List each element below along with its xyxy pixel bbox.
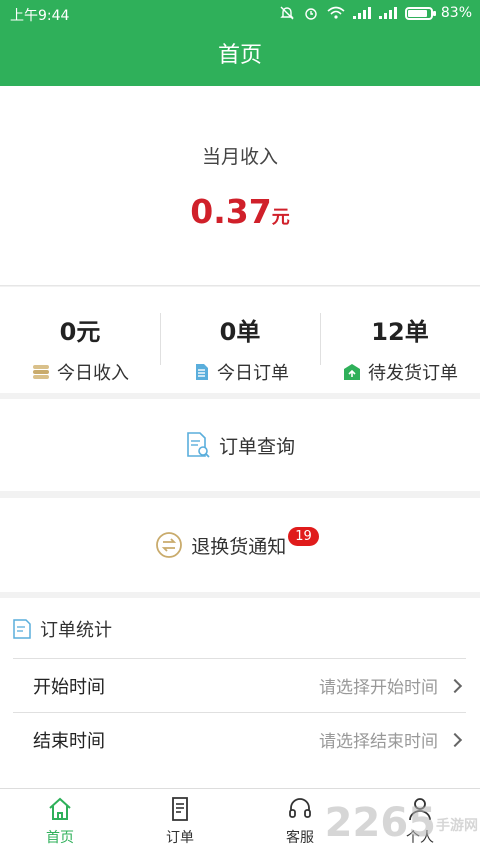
status-time: 上午9:44 <box>10 8 70 24</box>
return-notice-button[interactable]: 退换货通知 19 <box>0 498 480 592</box>
signal-icon <box>352 7 371 19</box>
stat-label: 今日订单 <box>217 363 289 384</box>
package-icon <box>344 364 360 380</box>
signal-icon-2 <box>378 7 397 19</box>
status-icons: 83% <box>279 5 472 21</box>
watermark-site: 手游网 <box>436 818 478 834</box>
orders-icon <box>172 797 188 821</box>
monthly-income-amount: 0.37 <box>190 192 272 231</box>
stat-pending-shipment[interactable]: 12单 待发货订单 <box>320 287 480 393</box>
watermark: 2265手游网 <box>325 800 478 846</box>
end-time-placeholder: 请选择结束时间 <box>319 732 438 752</box>
end-time-picker[interactable]: 结束时间 请选择结束时间 <box>13 712 466 766</box>
stat-value: 0单 <box>219 318 261 346</box>
order-stats-title: 订单统计 <box>40 620 112 641</box>
tab-label: 首页 <box>46 830 74 846</box>
battery-level: 83% <box>440 5 472 21</box>
document-icon <box>196 364 208 380</box>
tab-label: 订单 <box>166 830 194 846</box>
alarm-icon <box>305 8 317 20</box>
stat-label-row: 今日收入 <box>0 359 160 385</box>
order-query-label: 订单查询 <box>218 435 295 458</box>
end-time-value-group: 请选择结束时间 <box>319 727 466 752</box>
stat-label: 待发货订单 <box>368 363 458 384</box>
order-query-button[interactable]: 订单查询 <box>0 399 480 491</box>
home-icon <box>49 797 71 820</box>
battery-icon <box>404 6 436 20</box>
stat-today-orders[interactable]: 0单 今日订单 <box>160 287 320 393</box>
start-time-value-group: 请选择开始时间 <box>319 673 466 698</box>
mute-bell-icon <box>280 6 294 20</box>
status-bar: 上午9:44 83% <box>0 0 480 28</box>
wifi-icon <box>327 6 345 19</box>
order-stats-card: 订单统计 开始时间 请选择开始时间 结束时间 请选择结束时间 <box>0 598 480 788</box>
report-icon <box>13 619 31 639</box>
order-stats-header: 订单统计 <box>12 616 112 642</box>
watermark-brand: 2265 <box>324 800 436 846</box>
stat-label-row: 待发货订单 <box>320 359 480 385</box>
start-time-picker[interactable]: 开始时间 请选择开始时间 <box>13 658 466 712</box>
monthly-income-unit: 元 <box>271 207 290 228</box>
monthly-income-value: 0.37元 <box>0 192 480 231</box>
tab-label: 客服 <box>286 830 314 846</box>
order-search-icon <box>187 432 210 458</box>
monthly-income-label: 当月收入 <box>201 146 278 168</box>
start-time-label: 开始时间 <box>33 676 105 698</box>
chevron-right-icon <box>447 678 463 693</box>
exchange-icon <box>156 532 183 558</box>
stat-value: 12单 <box>371 318 429 346</box>
tab-orders[interactable]: 订单 <box>120 789 240 853</box>
end-time-label: 结束时间 <box>33 730 105 752</box>
return-notice-label: 退换货通知 <box>191 535 287 558</box>
coins-icon <box>33 365 49 379</box>
stat-label: 今日收入 <box>57 363 129 384</box>
chevron-right-icon <box>447 732 463 747</box>
notification-badge: 19 <box>288 526 319 546</box>
tab-home[interactable]: 首页 <box>0 789 120 853</box>
stat-today-income[interactable]: 0元 今日收入 <box>0 287 160 393</box>
monthly-income-card: 当月收入 0.37元 <box>0 86 480 286</box>
headset-icon <box>289 798 311 818</box>
stat-label-row: 今日订单 <box>160 359 320 385</box>
stat-value: 0元 <box>59 318 101 346</box>
page-title: 首页 <box>0 28 480 86</box>
daily-stats: 0元 今日收入 0单 今日订单 12单 待发货订单 <box>0 287 480 393</box>
start-time-placeholder: 请选择开始时间 <box>319 678 438 698</box>
